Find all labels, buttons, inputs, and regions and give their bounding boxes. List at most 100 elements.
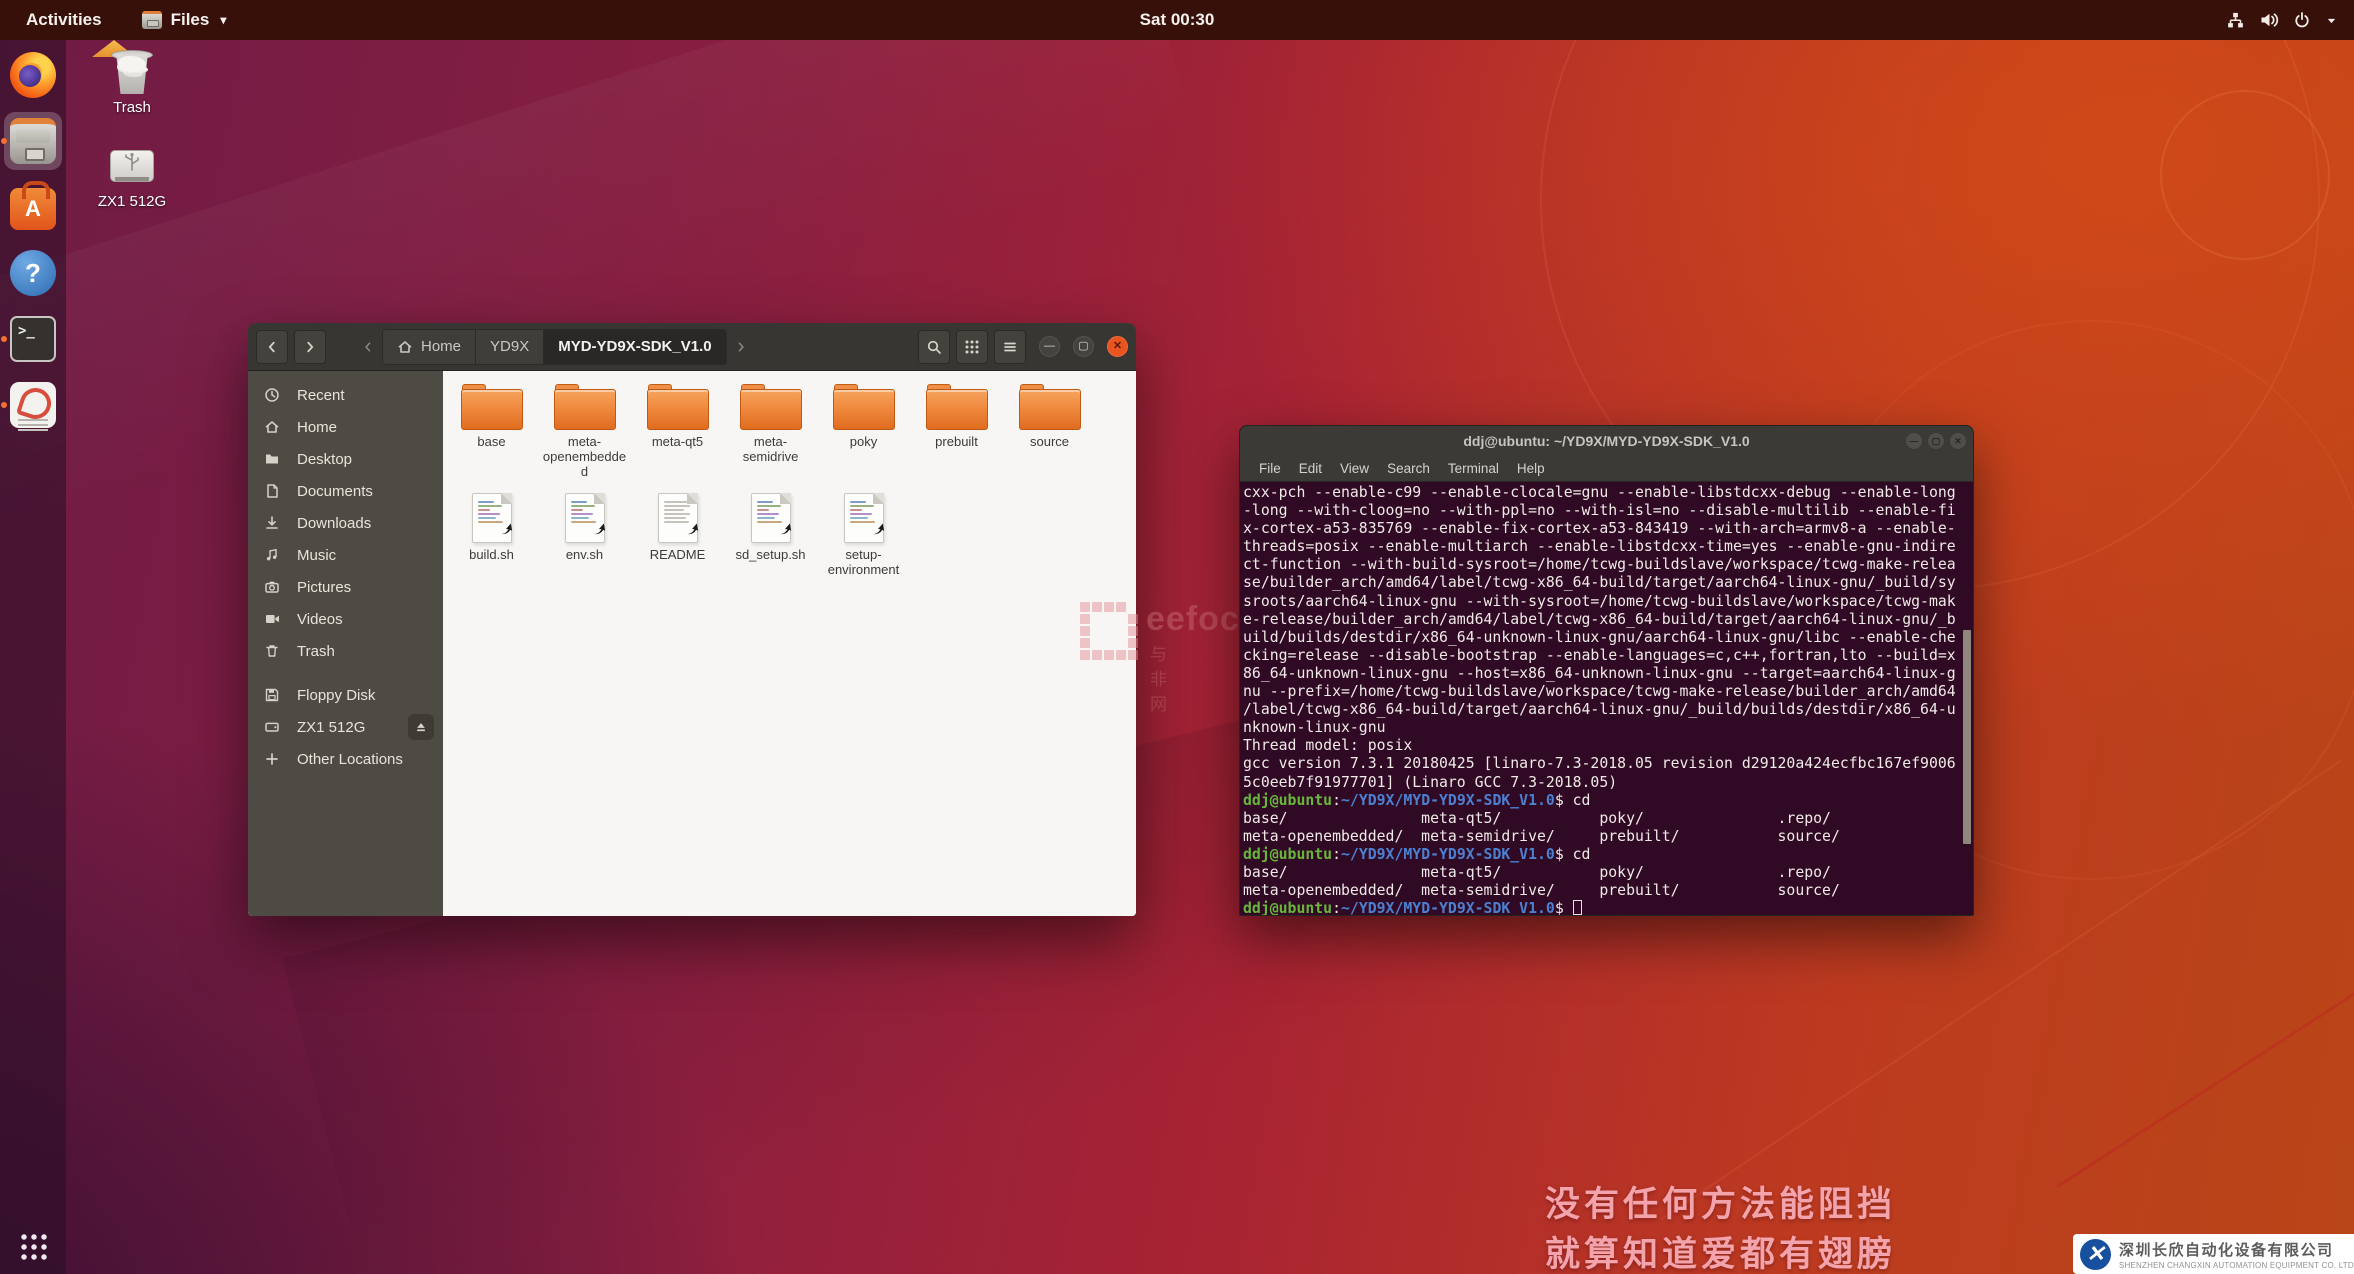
window-menu-button[interactable] [994, 330, 1026, 364]
terminal-line: x-cortex-a53-835769 --enable-fix-cortex-… [1243, 520, 1973, 538]
sidebar-item-zx1-512g[interactable]: ZX1 512G [248, 711, 443, 743]
pixel-cell [1128, 614, 1138, 624]
sidebar-item-label: Downloads [297, 515, 371, 532]
dock-item-firefox[interactable] [4, 46, 62, 104]
terminal-scrollbar-thumb[interactable] [1963, 630, 1971, 844]
company-logo-box: ✕ 深圳长欣自动化设备有限公司 SHENZHEN CHANGXIN AUTOMA… [2073, 1234, 2354, 1274]
file-item[interactable]: sd_setup.sh [724, 487, 817, 577]
folder-item[interactable]: prebuilt [910, 376, 1003, 487]
music-icon [264, 547, 280, 563]
terminal-menu-help[interactable]: Help [1508, 461, 1554, 476]
terminal-menu-search[interactable]: Search [1378, 461, 1439, 476]
sidebar-item-downloads[interactable]: Downloads [248, 507, 443, 539]
dock-item-files[interactable] [4, 112, 62, 170]
eject-button[interactable] [408, 714, 434, 740]
show-applications-button[interactable] [0, 1224, 66, 1268]
clock[interactable]: Sat 00:30 [1140, 10, 1215, 30]
help-icon [10, 250, 56, 296]
terminal-menu-file[interactable]: File [1250, 461, 1290, 476]
forward-button[interactable] [294, 330, 326, 364]
script-file-icon [472, 493, 512, 543]
app-menu-files[interactable]: Files ▾ [128, 0, 241, 40]
pixel-cell [1104, 638, 1114, 648]
terminal-text: cking=release --disable-bootstrap --enab… [1243, 647, 1956, 664]
file-item[interactable]: README [631, 487, 724, 577]
terminal-menu-edit[interactable]: Edit [1290, 461, 1331, 476]
chevron-down-indicator[interactable] [2325, 14, 2338, 27]
power-indicator[interactable] [2293, 11, 2311, 29]
view-grid-button[interactable] [956, 330, 988, 364]
minimize-button[interactable]: — [1039, 336, 1060, 357]
folder-item[interactable]: meta-qt5 [631, 376, 724, 487]
activities-button[interactable]: Activities [0, 0, 128, 40]
search-button[interactable] [918, 330, 950, 364]
maximize-button[interactable]: ▢ [1073, 336, 1094, 357]
text-line [664, 501, 688, 503]
sidebar-item-documents[interactable]: Documents [248, 475, 443, 507]
terminal-output[interactable]: cxx-pch --enable-c99 --enable-clocale=gn… [1240, 482, 1973, 915]
terminal-text: $ cd [1555, 792, 1591, 809]
path-scroll-right[interactable] [735, 341, 747, 353]
folder-label: source [1008, 434, 1092, 449]
folder-body [833, 389, 895, 430]
sidebar-item-videos[interactable]: Videos [248, 603, 443, 635]
terminal-window-controls: — ▢ ✕ [1906, 433, 1966, 449]
ubuntu-software-icon [10, 188, 56, 230]
terminal-title: ddj@ubuntu: ~/YD9X/MYD-YD9X-SDK_V1.0 [1463, 433, 1749, 449]
volume-indicator[interactable] [2259, 10, 2279, 30]
terminal-close-button[interactable]: ✕ [1950, 433, 1966, 449]
folder-item[interactable]: base [445, 376, 538, 487]
file-item[interactable]: setup-environment [817, 487, 910, 577]
desktop-icon-trash[interactable]: Trash [87, 48, 177, 116]
desktop-icon-label: Trash [87, 99, 177, 116]
sidebar-item-home[interactable]: Home [248, 411, 443, 443]
chevron-right-icon [303, 340, 317, 354]
file-item[interactable]: build.sh [445, 487, 538, 577]
folder-item[interactable]: meta-openembedded [538, 376, 631, 487]
file-item[interactable]: env.sh [538, 487, 631, 577]
terminal-menu-terminal[interactable]: Terminal [1439, 461, 1508, 476]
dock-item-document-viewer[interactable] [4, 376, 62, 434]
system-tray[interactable] [2226, 0, 2344, 40]
sidebar-item-other-locations[interactable]: Other Locations [248, 743, 443, 775]
terminal-cursor [1573, 900, 1582, 915]
text-line [478, 505, 502, 507]
sidebar-item-pictures[interactable]: Pictures [248, 571, 443, 603]
sidebar-item-label: Documents [297, 483, 373, 500]
folder-item[interactable]: poky [817, 376, 910, 487]
sidebar-item-floppy-disk[interactable]: Floppy Disk [248, 679, 443, 711]
dock-item-ubuntu-software[interactable] [4, 178, 62, 236]
pixel-cell [1080, 650, 1090, 660]
executable-arrow-icon [499, 521, 514, 541]
terminal-minimize-button[interactable]: — [1906, 433, 1922, 449]
terminal-line: e-release/builder_arch/amd64/label/tcwg-… [1243, 611, 1973, 629]
terminal-line: meta-openembedded/ meta-semidrive/ prebu… [1243, 828, 1973, 846]
terminal-maximize-button[interactable]: ▢ [1928, 433, 1944, 449]
terminal-text: : [1332, 792, 1341, 809]
folder-item[interactable]: meta-semidrive [724, 376, 817, 487]
terminal-titlebar[interactable]: ddj@ubuntu: ~/YD9X/MYD-YD9X-SDK_V1.0 — ▢… [1240, 426, 1973, 456]
dock-item-help[interactable] [4, 244, 62, 302]
desktop-icon-usb-drive[interactable]: ZX1 512G [87, 142, 177, 210]
path-scroll-left[interactable] [362, 341, 374, 353]
folder-body [1019, 389, 1081, 430]
path-segment-yd9x[interactable]: YD9X [476, 330, 544, 364]
video-icon [264, 611, 280, 627]
network-icon [2226, 11, 2245, 30]
sidebar-item-desktop[interactable]: Desktop [248, 443, 443, 475]
sidebar-item-recent[interactable]: Recent [248, 379, 443, 411]
path-segment-myd-yd9x-sdk_v1.0[interactable]: MYD-YD9X-SDK_V1.0 [544, 330, 725, 364]
running-indicator [1, 402, 7, 408]
files-content[interactable]: basemeta-openembeddedmeta-qt5meta-semidr… [443, 371, 1136, 916]
network-indicator[interactable] [2226, 11, 2245, 30]
sidebar-item-trash[interactable]: Trash [248, 635, 443, 667]
apps-grid-icon [19, 1232, 47, 1260]
back-button[interactable] [256, 330, 288, 364]
folder-item[interactable]: source [1003, 376, 1096, 487]
sidebar-item-music[interactable]: Music [248, 539, 443, 571]
pixel-cell [1128, 602, 1138, 612]
close-button[interactable]: ✕ [1107, 336, 1128, 357]
terminal-menu-view[interactable]: View [1331, 461, 1378, 476]
path-segment-home[interactable]: Home [383, 330, 476, 364]
dock-item-terminal[interactable] [4, 310, 62, 368]
